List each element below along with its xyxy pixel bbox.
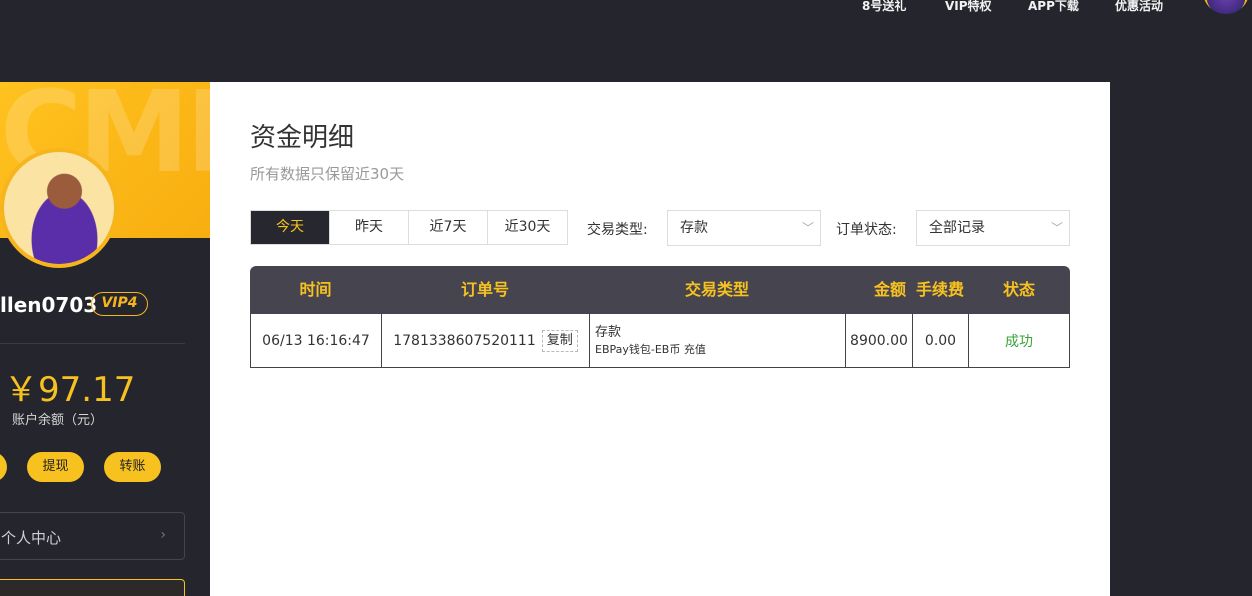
sidebar-item-personal-center[interactable]: 个人中心 › bbox=[0, 512, 185, 560]
tab-yesterday[interactable]: 昨天 bbox=[330, 211, 409, 244]
cell-time: 06/13 16:16:47 bbox=[251, 314, 382, 367]
status-badge: 成功 bbox=[1005, 333, 1033, 350]
order-status-select[interactable]: 全部记录 ﹀ bbox=[916, 210, 1070, 246]
balance-label: 账户余额（元） bbox=[12, 413, 104, 428]
date-range-tabs: 今天 昨天 近7天 近30天 bbox=[250, 210, 568, 245]
order-number: 1781338607520111 bbox=[393, 332, 536, 349]
nav-app-download[interactable]: APP下载 bbox=[1028, 0, 1079, 13]
copy-order-button[interactable]: 复制 bbox=[541, 329, 578, 352]
sidebar-divider bbox=[0, 343, 185, 344]
fund-details-panel: 资金明细 所有数据只保留近30天 今天 昨天 近7天 近30天 交易类型: 存款… bbox=[210, 82, 1110, 596]
sidebar-item-label: 个人中心 bbox=[1, 529, 62, 547]
type-detail: EBPay钱包-EB币 充值 bbox=[595, 342, 706, 356]
column-header-status: 状态 bbox=[1002, 280, 1035, 299]
type-main: 存款 bbox=[595, 324, 622, 340]
cell-amount: 8900.00 bbox=[846, 314, 913, 367]
transfer-button[interactable]: 转账 bbox=[104, 452, 161, 482]
cell-type: 存款 EBPay钱包-EB币 充值 bbox=[590, 314, 846, 367]
column-header-time: 时间 bbox=[299, 280, 332, 299]
nav-gift-day-8[interactable]: 8号送礼 bbox=[862, 0, 906, 13]
vip-badge[interactable]: VIP4 bbox=[91, 292, 148, 316]
top-navigation: 8号送礼 VIP特权 APP下载 优惠活动 bbox=[0, 0, 1252, 20]
nav-promotions[interactable]: 优惠活动 bbox=[1115, 0, 1163, 13]
page-title: 资金明细 bbox=[250, 123, 355, 153]
table-header: 时间 订单号 交易类型 金额 手续费 状态 bbox=[250, 266, 1070, 314]
username: llen0703 bbox=[0, 293, 98, 317]
column-header-fee: 手续费 bbox=[915, 280, 964, 299]
table-row: 06/13 16:16:47 1781338607520111 复制 存款 EB… bbox=[250, 314, 1070, 368]
cell-fee: 0.00 bbox=[913, 314, 969, 367]
tab-last-30-days[interactable]: 近30天 bbox=[488, 211, 567, 244]
cell-status: 成功 bbox=[969, 314, 1069, 367]
transaction-type-label: 交易类型: bbox=[587, 222, 648, 238]
withdraw-button[interactable]: 提现 bbox=[27, 452, 84, 482]
column-header-type: 交易类型 bbox=[684, 280, 749, 299]
user-avatar[interactable] bbox=[0, 148, 118, 268]
shirt-logo-icon bbox=[64, 232, 90, 246]
order-status-value: 全部记录 bbox=[929, 220, 985, 236]
column-header-order-no: 订单号 bbox=[460, 280, 509, 299]
order-status-label: 订单状态: bbox=[836, 222, 897, 238]
account-balance: ￥97.17 bbox=[4, 370, 136, 410]
chevron-down-icon: ﹀ bbox=[801, 221, 814, 235]
transaction-type-value: 存款 bbox=[680, 220, 708, 236]
chevron-right-icon: › bbox=[160, 527, 166, 543]
sidebar-item-active[interactable] bbox=[0, 579, 185, 596]
column-header-amount: 金额 bbox=[873, 280, 906, 299]
tab-today[interactable]: 今天 bbox=[251, 211, 330, 244]
cell-order-no: 1781338607520111 复制 bbox=[382, 314, 590, 367]
chevron-down-icon: ﹀ bbox=[1050, 221, 1063, 235]
tab-last-7-days[interactable]: 近7天 bbox=[409, 211, 488, 244]
nav-vip-privileges[interactable]: VIP特权 bbox=[945, 0, 992, 13]
header-avatar[interactable] bbox=[1203, 0, 1249, 14]
transaction-type-select[interactable]: 存款 ﹀ bbox=[667, 210, 821, 246]
page-subtitle: 所有数据只保留近30天 bbox=[250, 165, 405, 183]
transactions-table: 时间 订单号 交易类型 金额 手续费 状态 06/13 16:16:47 178… bbox=[250, 266, 1070, 368]
